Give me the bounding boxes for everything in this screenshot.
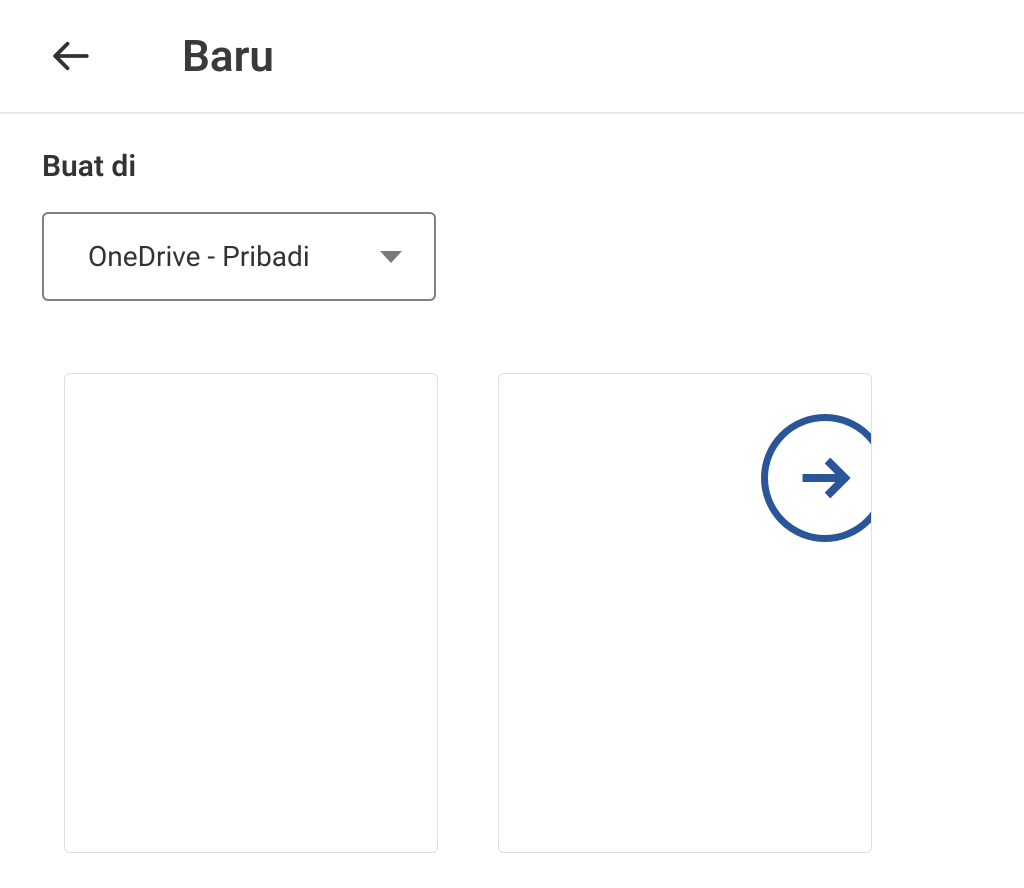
chevron-down-icon	[380, 251, 402, 263]
template-list	[42, 373, 982, 853]
create-in-label: Buat di	[42, 149, 982, 184]
dropdown-selected-text: OneDrive - Pribadi	[88, 240, 310, 273]
arrow-right-icon	[795, 448, 855, 508]
arrow-circle-badge	[761, 414, 872, 542]
content: Buat di OneDrive - Pribadi	[0, 114, 1024, 888]
template-card-blank[interactable]	[64, 373, 438, 853]
location-dropdown[interactable]: OneDrive - Pribadi	[42, 212, 436, 301]
template-card-second[interactable]	[498, 373, 872, 853]
header: Baru	[0, 0, 1024, 114]
back-button[interactable]	[50, 35, 92, 77]
page-title: Baru	[182, 30, 274, 82]
arrow-left-icon	[50, 35, 92, 77]
